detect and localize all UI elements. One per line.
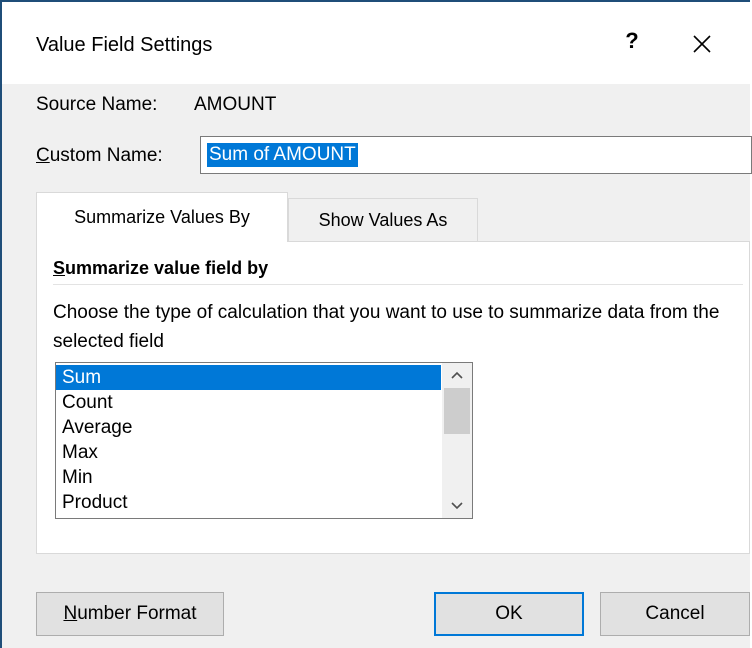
tab-show-values-as[interactable]: Show Values As [288,198,478,242]
close-button[interactable] [688,30,716,58]
help-button[interactable]: ? [622,28,642,54]
close-icon [693,35,711,53]
scroll-up-button[interactable] [442,364,472,386]
chevron-up-icon [451,371,463,379]
custom-name-accelerator: C [36,145,50,166]
section-divider [53,284,743,285]
title-bar: Value Field Settings ? [2,2,750,84]
list-item-average[interactable]: Average [56,415,441,440]
section-title-text: ummarize value field by [65,258,269,278]
list-item-sum[interactable]: Sum [56,365,441,390]
custom-name-value: Sum of AMOUNT [207,143,358,167]
calculation-listbox[interactable]: Sum Count Average Max Min Product [55,362,473,519]
list-item-product[interactable]: Product [56,490,441,515]
number-format-accelerator: N [63,603,78,624]
tab-show-values-as-label: Show Values As [318,210,448,230]
custom-name-label: Custom Name: [36,145,163,167]
cancel-button[interactable]: Cancel [600,592,750,636]
cancel-label: Cancel [645,603,705,624]
custom-name-label-text: ustom Name: [49,145,163,166]
dialog-title: Value Field Settings [36,34,213,56]
section-title-accelerator: S [53,258,66,278]
custom-name-input[interactable]: Sum of AMOUNT [200,136,752,174]
section-title: Summarize value field by [53,258,268,279]
scroll-down-button[interactable] [442,495,472,517]
ok-button[interactable]: OK [434,592,584,636]
list-item-min[interactable]: Min [56,465,441,490]
tab-summarize-values-by[interactable]: Summarize Values By [36,192,288,242]
calculation-description: Choose the type of calculation that you … [53,302,720,352]
number-format-button[interactable]: Number Format [36,592,224,636]
source-name-label: Source Name: [36,94,158,115]
value-field-settings-dialog: Value Field Settings ? Source Name: AMOU… [0,0,752,648]
ok-label: OK [495,603,523,624]
list-item-max[interactable]: Max [56,440,441,465]
scroll-thumb[interactable] [444,388,470,434]
tab-summarize-values-by-label: Summarize Values By [74,207,250,227]
number-format-label: umber Format [77,603,197,624]
list-item-count[interactable]: Count [56,390,441,415]
listbox-scrollbar[interactable] [442,363,472,518]
chevron-down-icon [451,502,463,510]
source-name-value: AMOUNT [194,94,277,115]
tab-panel-summarize: Summarize value field by Choose the type… [36,241,750,554]
